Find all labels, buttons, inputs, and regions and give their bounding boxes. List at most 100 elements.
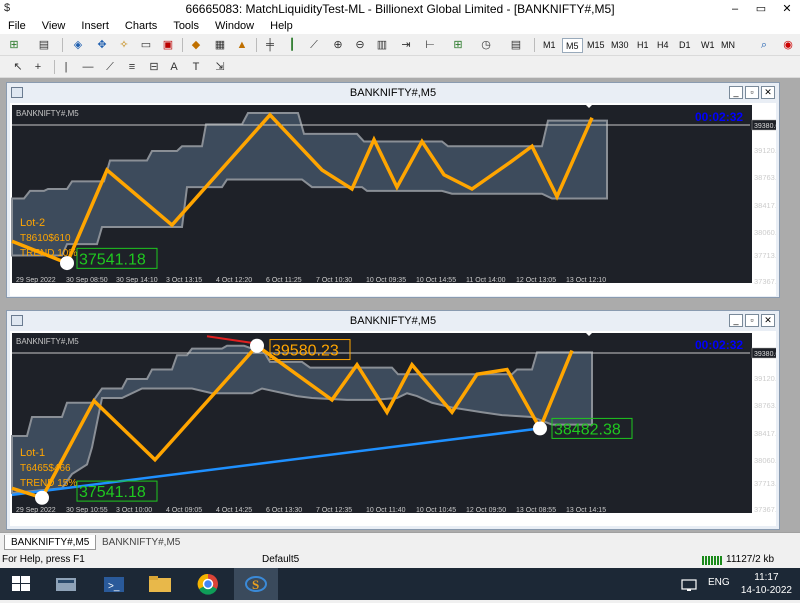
target-label: T8610$610 [20,233,71,244]
fibonacci-icon[interactable]: ⊟ [146,59,162,75]
svg-text:>_: >_ [108,581,120,592]
tester-icon[interactable]: ▣ [160,37,176,53]
menu-insert[interactable]: Insert [73,18,117,34]
window-title: 66665083: MatchLiquidityTest-ML - Billio… [185,2,615,16]
channel-icon[interactable]: ≡ [124,59,140,75]
timeframe-m1[interactable]: M1 [540,38,559,53]
profiles-icon[interactable]: ▤ [36,37,52,53]
menu-window[interactable]: Window [207,18,262,34]
pivot-point [35,490,49,505]
chart-close-button[interactable]: ✕ [761,86,775,99]
price-chart-2[interactable]: BANKNIFTY#,M500:02:3239467.4039120.50387… [10,331,776,526]
market-watch-icon[interactable]: ◈ [70,37,86,53]
clock[interactable]: 11:17 14-10-2022 [741,571,792,597]
cursor-icon[interactable]: ↖ [10,59,26,75]
horizontal-line-icon[interactable]: — [80,59,96,75]
network-icon[interactable] [680,578,702,592]
chart-window-1[interactable]: BANKNIFTY#,M5 _ ▫ ✕ BANKNIFTY#,M5 00:02:3… [6,82,780,298]
server-manager-button[interactable] [44,568,88,600]
chart-maximize-button[interactable]: ▫ [745,86,759,99]
powershell-button[interactable]: >_ [92,568,136,600]
price-tick: 37367.40 [754,505,776,514]
crosshair-icon[interactable]: + [30,59,46,75]
meta-editor-icon[interactable]: ◆ [188,37,204,53]
zoom-out-icon[interactable]: ⊖ [352,37,368,53]
periods-icon[interactable]: ◷ [478,37,494,53]
text-label-icon[interactable]: T [188,59,204,75]
new-order-icon[interactable]: ▦ [212,37,228,53]
timeframe-m5[interactable]: M5 [562,38,583,53]
price-tick: 38763.90 [754,401,776,410]
bar-chart-icon[interactable]: ╪ [262,37,278,53]
folder-icon [149,576,171,592]
chart-minimize-button[interactable]: _ [729,86,743,99]
indicators-icon[interactable]: ⊞ [450,37,466,53]
zoom-in-icon[interactable]: ⊕ [330,37,346,53]
file-explorer-button[interactable] [138,568,182,600]
menu-view[interactable]: View [34,18,74,34]
restore-button[interactable]: ▭ [748,0,774,18]
status-bar: For Help, press F1 Default5 11127/2 kb [0,552,800,568]
time-tick: 13 Oct 12:10 [566,277,606,284]
language-indicator[interactable]: ENG [708,577,730,588]
price-tick: 38060.60 [754,228,776,237]
trendline-icon[interactable]: ⟋ [102,59,118,75]
new-chart-icon[interactable]: ⊞ [6,37,22,53]
countdown-timer: 00:02:32 [695,338,743,352]
metatrader-button[interactable]: S [234,568,278,600]
tab-chart-2[interactable]: BANKNIFTY#,M5 [96,535,186,550]
account-icon[interactable]: ◉ [780,37,796,53]
text-icon[interactable]: A [166,59,182,75]
menu-bar: File View Insert Charts Tools Window Hel… [0,18,800,34]
timeframe-mn[interactable]: MN [718,38,738,53]
chart-window-2[interactable]: BANKNIFTY#,M5 _ ▫ ✕ BANKNIFTY#,M5 00:02:3… [6,310,780,530]
shapes-icon[interactable]: ⇲ [212,59,228,75]
time-tick: 12 Oct 09:50 [466,507,506,514]
autoscroll-icon[interactable]: ⇥ [398,37,414,53]
data-window-icon[interactable]: ✥ [94,37,110,53]
time-tick: 3 Oct 10:00 [116,507,152,514]
tile-windows-icon[interactable]: ▥ [374,37,390,53]
clock-time: 11:17 [754,572,779,583]
vertical-line-icon[interactable]: | [58,59,74,75]
chrome-button[interactable] [186,568,230,600]
menu-tools[interactable]: Tools [165,18,207,34]
start-button[interactable] [0,568,44,600]
time-tick: 6 Oct 11:25 [266,277,302,284]
mdi-area: BANKNIFTY#,M5 _ ▫ ✕ BANKNIFTY#,M5 00:02:3… [0,78,800,532]
timeframe-m15[interactable]: M15 [584,38,608,53]
timeframe-m30[interactable]: M30 [608,38,632,53]
time-tick: 4 Oct 14:25 [216,507,252,514]
price-chart-1[interactable]: BANKNIFTY#,M500:02:3239467.4039120.50387… [10,103,776,296]
tab-chart-1[interactable]: BANKNIFTY#,M5 [4,535,97,550]
navigator-icon[interactable]: ✧ [116,37,132,53]
candlestick-icon[interactable]: ┃ [284,37,300,53]
timeframe-d1[interactable]: D1 [676,38,694,53]
chart-close-button[interactable]: ✕ [761,314,775,327]
minimize-button[interactable]: – [722,0,748,18]
timeframe-h4[interactable]: H4 [654,38,672,53]
line-chart-icon[interactable]: ⟋ [306,37,322,53]
price-tick: 38417.40 [754,429,776,438]
window-titlebar: $ 66665083: MatchLiquidityTest-ML - Bill… [0,0,800,18]
timeframe-h1[interactable]: H1 [634,38,652,53]
menu-file[interactable]: File [0,18,34,34]
close-button[interactable]: ✕ [774,0,800,18]
search-icon[interactable]: ⌕ [756,37,772,53]
menu-help[interactable]: Help [262,18,301,34]
timeframe-w1[interactable]: W1 [698,38,718,53]
taskbar: >_ S ENG 11:17 14-10-2022 [0,568,800,600]
templates-icon[interactable]: ▤ [508,37,524,53]
autotrading-icon[interactable]: ▲ [234,37,250,53]
menu-charts[interactable]: Charts [117,18,165,34]
time-tick: 6 Oct 13:30 [266,507,302,514]
current-price-label: 39380.65 [754,123,776,130]
chart-shift-icon[interactable]: ⊢ [422,37,438,53]
terminal-icon[interactable]: ▭ [138,37,154,53]
high-value-label: 39580.23 [272,343,339,360]
chart-maximize-button[interactable]: ▫ [745,314,759,327]
price-tick: 37367.40 [754,277,776,286]
chart-minimize-button[interactable]: _ [729,314,743,327]
price-tick: 38060.60 [754,456,776,465]
profile-name: Default5 [262,554,300,565]
